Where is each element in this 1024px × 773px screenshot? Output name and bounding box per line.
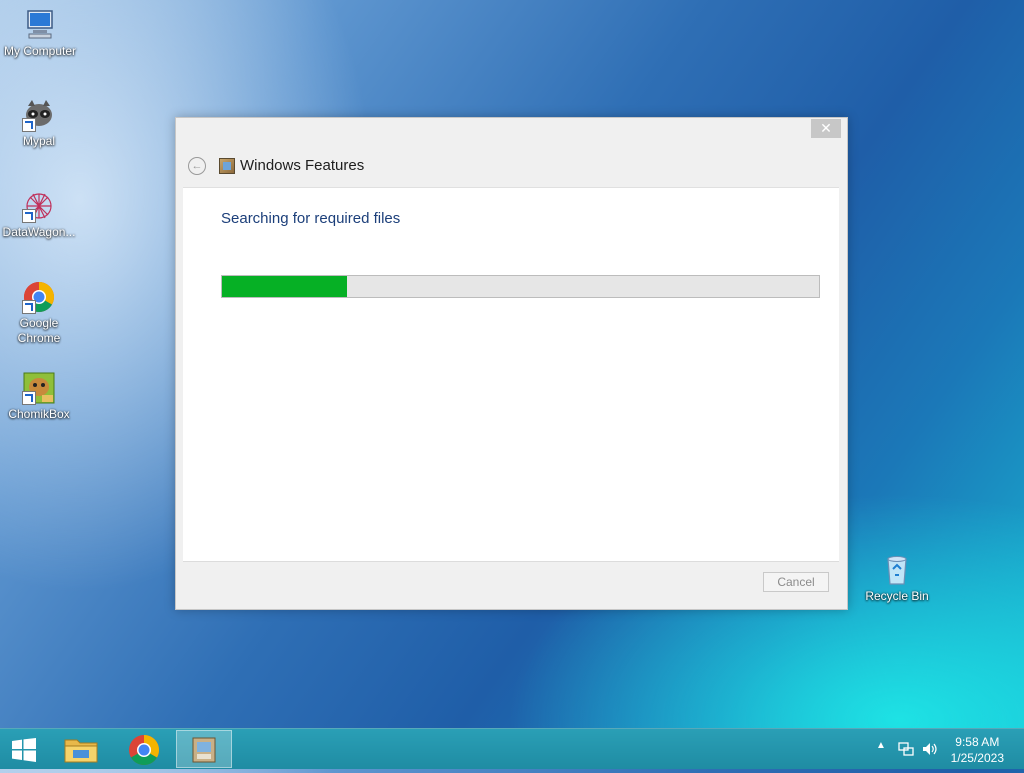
desktop-icon-chomikbox[interactable]: ChomikBox <box>0 371 79 422</box>
volume-icon[interactable] <box>922 741 938 757</box>
desktop-icon-label: ChomikBox <box>8 407 70 421</box>
computer-icon <box>23 8 57 42</box>
progress-fill <box>222 276 348 297</box>
recycle-bin-icon <box>880 553 914 587</box>
status-message: Searching for required files <box>221 210 401 227</box>
desktop-icon-datawagon[interactable]: DataWagon... <box>0 189 79 240</box>
desktop-icon-label: Mypal <box>22 134 55 148</box>
desktop-icon-recycle-bin[interactable]: Recycle Bin <box>857 553 937 604</box>
desktop-icon-label: DataWagon... <box>2 225 76 239</box>
dialog-title: Windows Features <box>240 157 365 174</box>
file-explorer-icon <box>64 739 98 763</box>
windows-features-icon <box>219 158 235 174</box>
back-arrow-icon: ← <box>191 160 203 172</box>
desktop-icon-google-chrome[interactable]: Google Chrome <box>0 280 79 346</box>
close-button[interactable]: ✕ <box>811 119 841 138</box>
progress-bar <box>221 275 820 298</box>
shortcut-arrow-icon <box>22 209 36 223</box>
windows-features-icon <box>192 737 216 763</box>
chrome-icon <box>129 735 160 766</box>
chomikbox-icon <box>22 371 56 405</box>
datawagon-icon <box>22 189 56 223</box>
mypal-icon <box>22 98 56 132</box>
dialog-footer: Cancel <box>183 561 839 603</box>
shortcut-arrow-icon <box>22 300 36 314</box>
taskbar-windows-features[interactable] <box>176 730 232 768</box>
desktop-icon-label: Recycle Bin <box>865 589 929 603</box>
taskbar-file-explorer[interactable] <box>53 730 109 768</box>
network-icon[interactable] <box>898 741 914 757</box>
chrome-icon <box>22 280 56 314</box>
shortcut-arrow-icon <box>22 118 36 132</box>
taskbar-chrome[interactable] <box>116 730 172 768</box>
show-hidden-icons-arrow[interactable]: ▲ <box>876 740 886 751</box>
close-icon: ✕ <box>820 120 832 136</box>
desktop-icon-label: Google Chrome <box>17 316 61 345</box>
shortcut-arrow-icon <box>22 391 36 405</box>
back-button[interactable]: ← <box>188 157 206 175</box>
dialog-content: Searching for required files <box>183 187 839 561</box>
start-button[interactable] <box>10 738 38 762</box>
desktop-icon-mypal[interactable]: Mypal <box>0 98 79 149</box>
desktop-icon-label: My Computer <box>3 44 77 58</box>
clock-time: 9:58 AM <box>955 735 1000 749</box>
desktop-icon-my-computer[interactable]: My Computer <box>0 8 80 59</box>
cancel-button[interactable]: Cancel <box>763 572 829 592</box>
windows-features-dialog: ✕ ← Windows Features Searching for requi… <box>175 117 848 610</box>
clock-date: 1/25/2023 <box>950 751 1004 765</box>
windows-start-icon <box>12 738 36 762</box>
taskbar: ▲ 9:58 AM 1/25/2023 <box>0 728 1024 769</box>
system-tray: ▲ <box>872 729 942 769</box>
taskbar-clock[interactable]: 9:58 AM 1/25/2023 <box>951 734 1004 766</box>
